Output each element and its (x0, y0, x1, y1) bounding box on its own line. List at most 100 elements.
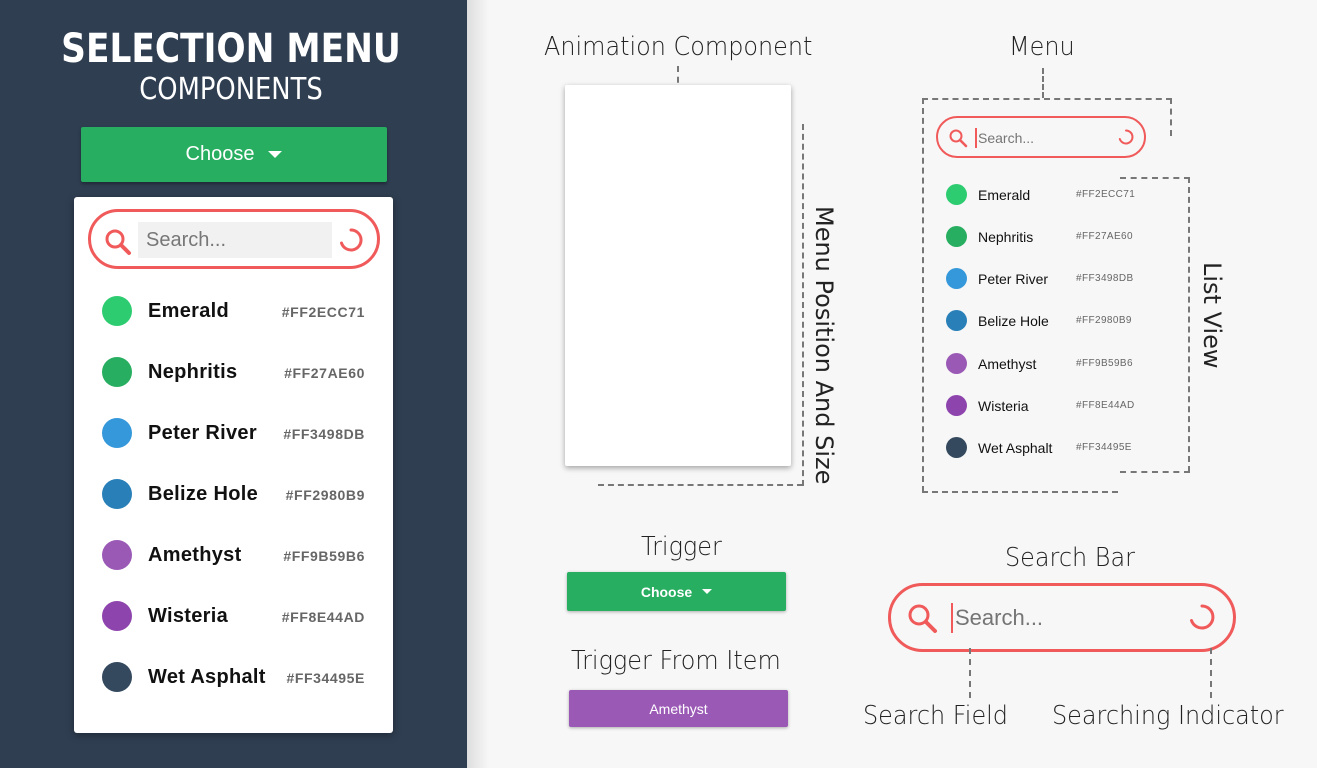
item-hex: #FF34495E (286, 670, 365, 686)
color-swatch (946, 395, 967, 416)
item-hex: #FF9B59B6 (283, 548, 365, 564)
item-name: Nephritis (978, 229, 1034, 245)
list-item-nephritis[interactable]: Nephritis #FF27AE60 (74, 343, 393, 404)
connector-line (802, 124, 804, 486)
list-item-belize-hole[interactable]: Belize Hole #FF2980B9 (74, 465, 393, 526)
item-name: Belize Hole (148, 483, 258, 505)
connector-line (922, 98, 1172, 100)
list-item-wet-asphalt[interactable]: Wet Asphalt #FF34495E (74, 648, 393, 709)
caret-down-icon (268, 151, 283, 158)
color-swatch (946, 268, 967, 289)
menu-search-input[interactable] (975, 128, 1105, 148)
color-swatch (946, 353, 967, 374)
search-icon[interactable] (948, 128, 968, 153)
trigger-button[interactable]: Choose (567, 572, 786, 611)
item-name: Wet Asphalt (148, 666, 266, 688)
color-swatch (102, 540, 132, 570)
menu-list-item-nephritis[interactable]: Nephritis #FF27AE60 (944, 216, 1144, 256)
menu-list-item-wet-asphalt[interactable]: Wet Asphalt #FF34495E (944, 427, 1144, 467)
item-name: Wisteria (148, 605, 229, 627)
item-name: Nephritis (148, 361, 238, 383)
item-name: Emerald (978, 187, 1031, 203)
loading-spinner-icon (1117, 128, 1135, 151)
color-swatch (946, 437, 967, 458)
color-swatch (102, 418, 132, 448)
item-name: Peter River (978, 271, 1049, 287)
label-trigger: Trigger (641, 532, 722, 562)
selection-menu: Emerald #FF2ECC71 Nephritis #FF27AE60 Pe… (74, 197, 393, 733)
connector-line (1210, 648, 1212, 698)
item-hex: #FF2980B9 (285, 487, 365, 503)
searching-indicator-icon (1187, 602, 1217, 637)
item-hex: #FF2ECC71 (1076, 189, 1136, 200)
color-swatch (946, 184, 967, 205)
item-hex: #FF8E44AD (281, 609, 365, 625)
label-search-bar: Search Bar (1005, 543, 1135, 573)
color-swatch (102, 479, 132, 509)
list-item-emerald[interactable]: Emerald #FF2ECC71 (74, 282, 393, 343)
search-bar-example (888, 583, 1236, 652)
trigger-button-label: Choose (640, 583, 693, 600)
sidebar-subtitle: COMPONENTS (139, 72, 323, 107)
item-hex: #FF27AE60 (1076, 231, 1133, 242)
connector-line (1042, 68, 1044, 98)
label-searching-indicator: Searching Indicator (1052, 701, 1284, 731)
sidebar: SELECTION MENU COMPONENTS Choose Emerald… (0, 0, 467, 768)
menu-list-item-belize-hole[interactable]: Belize Hole #FF2980B9 (944, 300, 1144, 340)
animation-component-box (565, 85, 791, 466)
label-search-field: Search Field (863, 701, 1009, 731)
menu-search-bar (936, 116, 1146, 158)
list-item-wisteria[interactable]: Wisteria #FF8E44AD (74, 587, 393, 648)
search-icon[interactable] (905, 601, 939, 640)
item-hex: #FF3498DB (1076, 273, 1134, 284)
search-icon[interactable] (103, 227, 133, 262)
color-swatch (946, 310, 967, 331)
trigger-from-item-button[interactable]: Amethyst (569, 690, 788, 727)
item-name: Emerald (148, 300, 230, 322)
label-menu-position-size: Menu Position And Size (810, 206, 838, 485)
search-field[interactable] (951, 603, 1171, 633)
item-hex: #FF34495E (1076, 442, 1132, 453)
label-animation-component: Animation Component (544, 32, 813, 62)
item-hex: #FF2ECC71 (281, 304, 365, 320)
trigger-item-label: Amethyst (649, 700, 708, 717)
item-name: Amethyst (148, 544, 242, 566)
item-name: Wet Asphalt (978, 440, 1053, 456)
menu-list-item-peter-river[interactable]: Peter River #FF3498DB (944, 258, 1144, 298)
connector-line (1188, 177, 1190, 472)
menu-list-item-wisteria[interactable]: Wisteria #FF8E44AD (944, 385, 1144, 425)
color-swatch (102, 662, 132, 692)
item-name: Belize Hole (978, 313, 1049, 329)
loading-spinner-icon (337, 226, 365, 259)
color-swatch (102, 296, 132, 326)
list-item-amethyst[interactable]: Amethyst #FF9B59B6 (74, 526, 393, 587)
item-name: Wisteria (978, 398, 1029, 414)
connector-line (922, 491, 1118, 493)
search-bar (88, 209, 380, 269)
color-swatch (102, 357, 132, 387)
item-name: Amethyst (978, 356, 1037, 372)
item-name: Peter River (148, 422, 257, 444)
label-trigger-from-item: Trigger From Item (571, 646, 781, 676)
item-hex: #FF2980B9 (1076, 315, 1132, 326)
caret-down-icon (702, 589, 713, 594)
connector-line (1120, 471, 1190, 473)
menu-list-item-emerald[interactable]: Emerald #FF2ECC71 (944, 174, 1144, 214)
label-menu: Menu (1009, 32, 1075, 62)
choose-button[interactable]: Choose (81, 127, 387, 182)
sidebar-shadow (467, 0, 489, 768)
color-swatch (946, 226, 967, 247)
sidebar-title: SELECTION MENU (61, 26, 401, 72)
list-item-peter-river[interactable]: Peter River #FF3498DB (74, 404, 393, 465)
item-hex: #FF3498DB (283, 426, 365, 442)
item-hex: #FF9B59B6 (1076, 358, 1133, 369)
connector-line (969, 648, 971, 698)
item-hex: #FF27AE60 (284, 365, 365, 381)
label-list-view: List View (1198, 262, 1226, 369)
connector-line (598, 484, 803, 486)
search-input[interactable] (138, 222, 332, 258)
connector-line (1170, 98, 1172, 136)
item-hex: #FF8E44AD (1076, 400, 1135, 411)
menu-list-item-amethyst[interactable]: Amethyst #FF9B59B6 (944, 343, 1144, 383)
color-swatch (102, 601, 132, 631)
